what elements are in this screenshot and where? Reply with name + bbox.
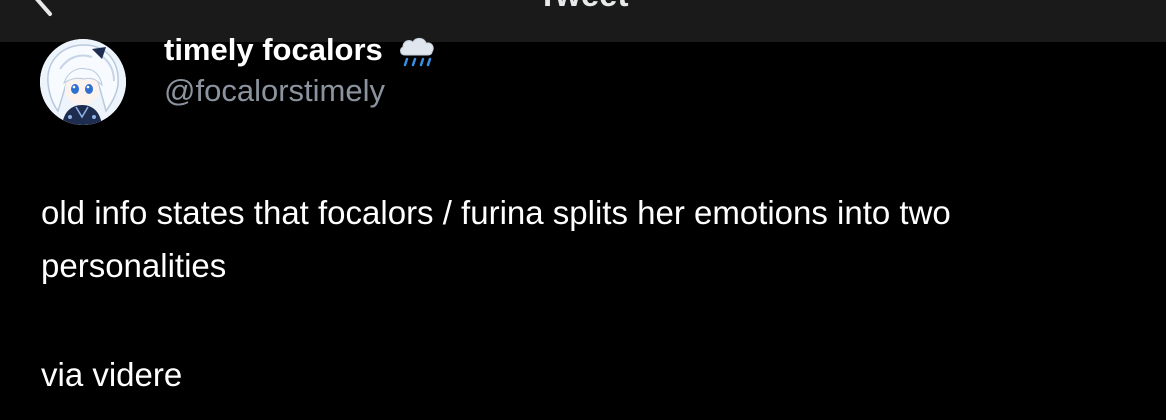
- author-display-name[interactable]: timely focalors: [164, 32, 437, 69]
- nav-title: Tweet: [0, 0, 1166, 11]
- cloud-rain-icon: [397, 35, 437, 69]
- tweet-text-via: via videre: [41, 356, 183, 393]
- tweet-screen: Tweet timely focalors: [0, 0, 1166, 420]
- author-handle[interactable]: @focalorstimely: [164, 73, 385, 109]
- tweet-text: old info states that focalors / furina s…: [41, 186, 1141, 292]
- tweet-text-line-2: personalities: [41, 247, 227, 284]
- avatar[interactable]: [40, 39, 126, 125]
- display-name-text: timely focalors: [164, 32, 383, 67]
- tweet-text-line-1: old info states that focalors / furina s…: [41, 194, 951, 231]
